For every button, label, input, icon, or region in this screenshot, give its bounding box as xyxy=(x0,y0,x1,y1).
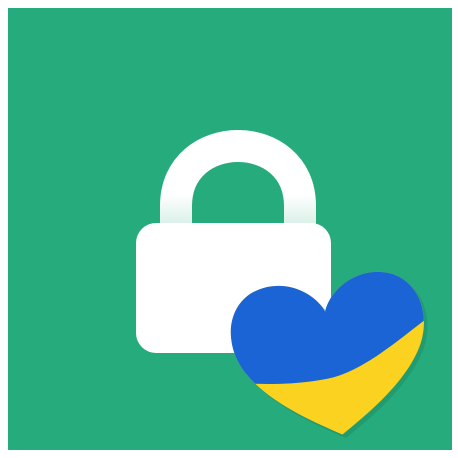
app-icon-tile xyxy=(8,8,452,450)
app-icon-frame xyxy=(0,0,458,458)
